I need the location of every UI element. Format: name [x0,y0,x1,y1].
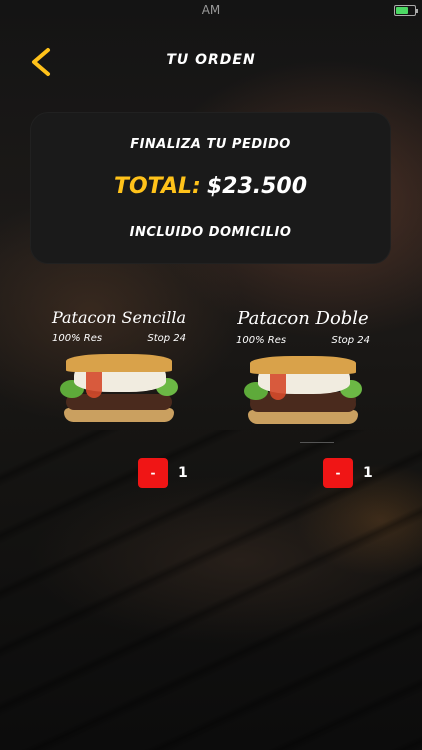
total-value: $23.500 [206,174,308,199]
battery-icon [394,5,418,16]
product-tag-beef: 100% Res [52,333,103,344]
product-tag-beef: 100% Res [236,335,287,346]
burger-image [60,350,178,430]
battery-level [396,7,408,14]
burger-image [244,352,362,432]
order-summary-card: FINALIZA TU PEDIDO TOTAL: $23.500 INCLUID… [30,112,391,264]
quantity-control: - 1 [323,458,373,488]
product-tags: 100% Res Stop 24 [236,335,370,346]
delivery-note: INCLUIDO DOMICILIO [129,225,292,240]
product-card-sencilla: Patacon Sencilla 100% Res Stop 24 - 1 [44,308,194,488]
decrease-quantity-button[interactable]: - [323,458,353,488]
product-name: Patacon Doble [237,308,369,329]
product-tag-brand: Stop 24 [147,333,186,344]
page-title: TU ORDEN [166,52,256,68]
quantity-value: 1 [178,465,188,481]
quantity-value: 1 [363,465,373,481]
decrease-quantity-button[interactable]: - [138,458,168,488]
product-tags: 100% Res Stop 24 [52,333,186,344]
status-bar: AM [0,0,422,20]
divider [300,442,334,443]
summary-heading: FINALIZA TU PEDIDO [130,137,291,152]
total-label: TOTAL: [113,174,201,199]
total-row: TOTAL: $23.500 [30,174,391,199]
product-tag-brand: Stop 24 [331,335,370,346]
quantity-control: - 1 [138,458,188,488]
status-time: AM [201,3,221,17]
product-name: Patacon Sencilla [51,308,187,327]
product-card-doble: Patacon Doble 100% Res Stop 24 - 1 [228,308,378,488]
